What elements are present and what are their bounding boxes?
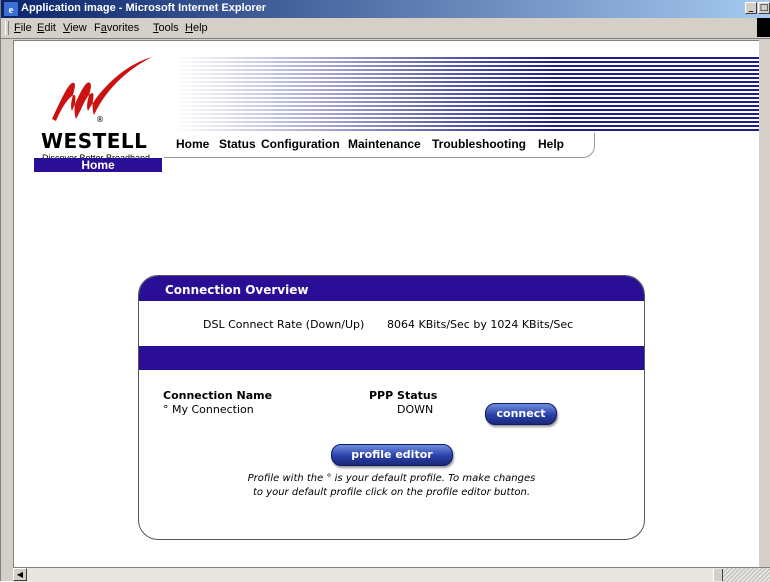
registered-mark: ® [96,115,104,124]
menu-favorites-label: vorites [106,22,140,34]
menu-help-label: elp [192,22,208,34]
dsl-rate-label: DSL Connect Rate (Down/Up) [203,318,365,331]
scroll-thumb[interactable] [713,569,723,581]
vertical-scrollbar[interactable] [759,40,770,567]
brand-name: WESTELL [41,129,148,153]
westell-w-icon [52,57,152,121]
menu-tools-label: ools [158,22,179,34]
menu-edit-label: dit [44,22,56,34]
menu-favorites[interactable]: Favorites [94,22,139,34]
menu-view[interactable]: View [63,22,87,34]
toolbar-grip [5,21,9,35]
default-profile-help: Profile with the ° is your default profi… [139,472,644,500]
nav-troubleshooting[interactable]: Troubleshooting [432,137,526,151]
horizontal-scrollbar[interactable]: ◀ [13,567,770,582]
scroll-left-button[interactable]: ◀ [13,568,27,581]
current-page-label: Home [34,158,162,172]
nav-configuration[interactable]: Configuration [261,137,340,151]
help-line-2: to your default profile click on the pro… [252,487,531,498]
window-title: Application image - Microsoft Internet E… [21,2,267,14]
ppp-status-header: PPP Status [369,389,438,402]
ie-icon: e [4,2,18,16]
nav-status[interactable]: Status [219,137,256,151]
maximize-button[interactable]: □ [758,2,770,14]
connect-button[interactable]: connect [485,403,557,425]
menu-tools[interactable]: Tools [153,22,179,34]
minimize-button[interactable]: _ [745,2,757,14]
title-bar: e Application image - Microsoft Internet… [1,0,770,18]
menu-file[interactable]: File [14,22,32,34]
panel-title: Connection Overview [139,276,644,301]
menu-edit[interactable]: Edit [37,22,56,34]
main-nav: Home Status Configuration Maintenance Tr… [164,133,595,158]
menu-favorites-prefix: F [94,22,101,34]
connection-name-value: ° My Connection [163,403,254,416]
ppp-status-value: DOWN [397,403,434,416]
nav-help[interactable]: Help [538,137,564,151]
menu-help[interactable]: Help [185,22,208,34]
dsl-rate-value: 8064 KBits/Sec by 1024 KBits/Sec [387,318,574,331]
menu-file-label: ile [20,22,32,34]
resize-grip[interactable] [723,568,770,582]
connection-overview-panel: Connection Overview DSL Connect Rate (Do… [138,275,645,540]
svg-text:e: e [9,4,14,16]
page-content: ® WESTELL Discover Better Broadband Home… [13,40,761,569]
nav-maintenance[interactable]: Maintenance [348,137,421,151]
nav-home[interactable]: Home [176,137,209,151]
menu-view-label: iew [70,22,87,34]
profile-editor-button[interactable]: profile editor [331,444,453,466]
help-line-1: Profile with the ° is your default profi… [247,473,536,484]
header-stripes [174,57,760,133]
browser-window: e Application image - Microsoft Internet… [0,0,770,582]
panel-divider-band [139,346,644,370]
menu-bar: File Edit View Favorites Tools Help [1,18,770,39]
ie-throbber-icon [757,18,770,37]
connection-name-header: Connection Name [163,389,273,402]
